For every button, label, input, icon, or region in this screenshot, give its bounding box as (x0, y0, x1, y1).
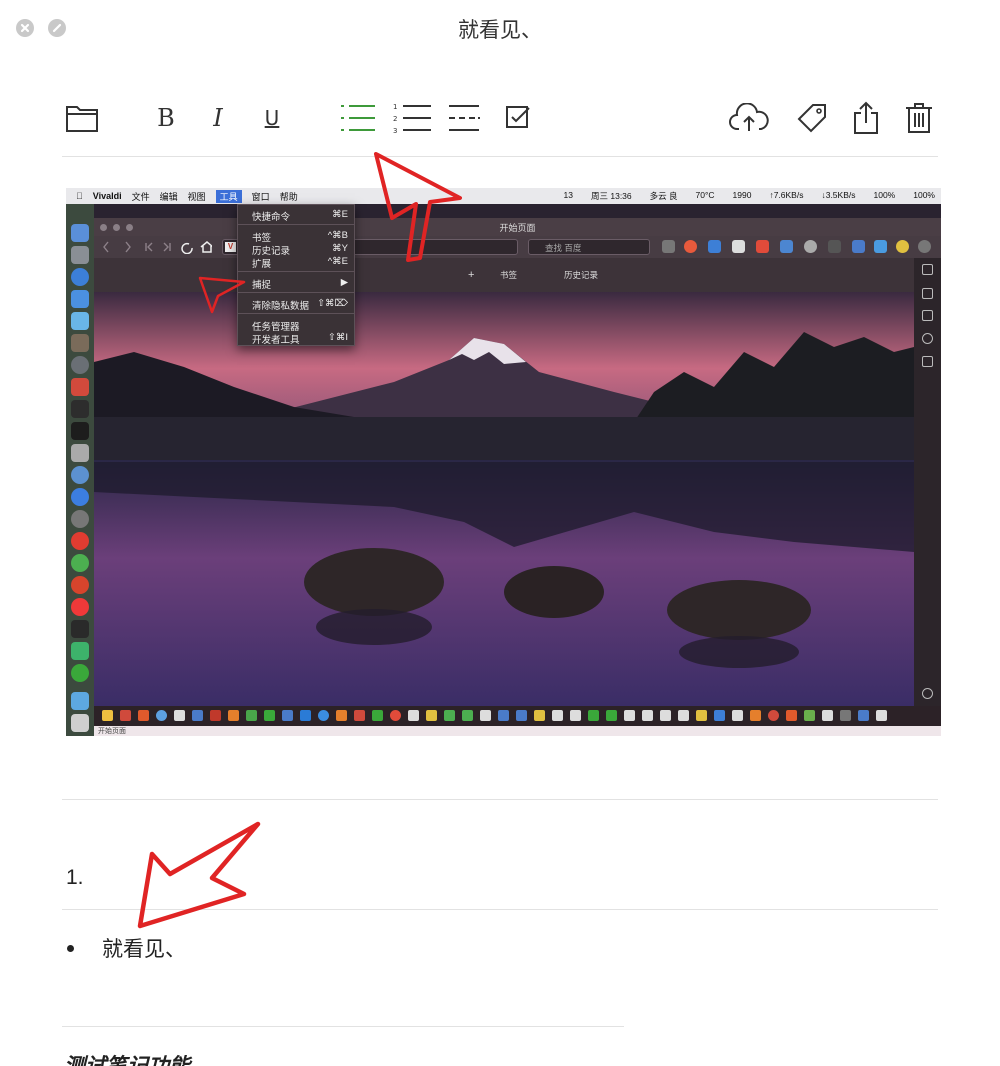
numbered-list-item[interactable]: 1. (66, 866, 84, 890)
checkbox-button[interactable] (496, 96, 540, 140)
section-divider (62, 799, 938, 800)
menu-item-task-manager: 任务管理器 (252, 322, 300, 333)
window-title: 就看见、 (458, 18, 542, 42)
window-titlebar: 就看见、 (0, 0, 1000, 56)
menu-item-clear-private-data: 清除隐私数据 ⇧⌘⌦ (252, 298, 348, 312)
svg-text:3: 3 (393, 127, 397, 134)
share-icon (854, 101, 878, 134)
menubar-weather: 多云 良 (649, 191, 678, 201)
history-label: 历史记录 (564, 270, 599, 280)
menubar-badge-count: 13 (563, 190, 573, 200)
menubar-net-up: ↑7.6KB/s (769, 190, 804, 200)
menubar-time: 周三 13:36 (591, 191, 632, 201)
vivaldi-titlebar: 开始页面 (94, 218, 941, 236)
bullet-list-icon (341, 105, 375, 131)
underline-button[interactable]: U (250, 96, 294, 140)
bookmarks-label: 书签 (500, 270, 518, 280)
menubar-menu-edit: 编辑 (152, 191, 178, 202)
trash-icon (906, 103, 932, 133)
editor-toolbar: B I U 1 2 3 (0, 96, 1000, 146)
menu-item-developer-tools: 开发者工具 ⇧⌘I (252, 332, 348, 346)
bullet-list-button[interactable] (336, 96, 380, 140)
menubar-app-name: Vivaldi (86, 191, 122, 201)
menu-item-history: 历史记录 ⌘Y (252, 243, 348, 257)
vivaldi-sidebar (914, 258, 941, 736)
checkbox-icon (506, 106, 530, 128)
svg-text:2: 2 (393, 115, 397, 123)
cloud-upload-button[interactable] (727, 96, 771, 140)
menubar-net-down: ↓3.5KB/s (821, 190, 856, 200)
italic-button[interactable]: I (196, 96, 240, 140)
svg-text:1: 1 (393, 103, 397, 111)
bottom-tab-label: 开始页面 (98, 728, 126, 735)
tag-button[interactable] (790, 96, 834, 140)
tools-dropdown-menu: 快捷命令 ⌘E 书签 ^⌘B 历史记录 ⌘Y 扩展 ^⌘E 捕捉 ▶ 清除隐私数据 ⇧⌘⌦ … (237, 204, 355, 346)
apple-icon:  (76, 191, 83, 201)
bold-button[interactable]: B (144, 96, 188, 140)
menu-item-bookmarks: 书签 ^⌘B (252, 230, 348, 244)
cloud-upload-icon (729, 103, 769, 131)
menubar-menu-window: 窗口 (244, 191, 270, 202)
menu-item-capture: 捕捉 ▶ (252, 277, 348, 291)
vivaldi-tab-strip: 开始页面 (94, 726, 941, 736)
vivaldi-speed-dial-bar: + 书签 历史记录 (94, 258, 914, 292)
folder-button[interactable] (60, 96, 104, 140)
menu-item-quick-commands: 快捷命令 ⌘E (252, 209, 348, 223)
bullet-marker (67, 945, 74, 952)
tag-icon (797, 104, 826, 133)
annotation-arrow-icon (137, 821, 261, 929)
embedded-screenshot[interactable]:  Vivaldi 文件 编辑 视图 工具 窗口 帮助 13 周三 13:36 … (66, 188, 941, 736)
menubar-battery-1: 100% (873, 190, 896, 200)
menubar-menu-tools: 工具 (215, 189, 242, 203)
menubar-battery-2: 100% (913, 190, 935, 200)
mac-menubar:  Vivaldi 文件 编辑 视图 工具 窗口 帮助 13 周三 13:36 … (66, 188, 941, 204)
menu-item-extensions: 扩展 ^⌘E (252, 256, 348, 270)
toolbar-divider (62, 156, 938, 157)
menubar-menu-help: 帮助 (272, 191, 298, 202)
numbered-list-icon: 1 2 3 (393, 103, 431, 134)
section-divider (62, 1026, 624, 1027)
folder-icon (66, 106, 98, 132)
menubar-menu-view: 视图 (180, 191, 206, 202)
landscape-wallpaper (94, 292, 914, 706)
menubar-menu-file: 文件 (124, 191, 150, 202)
share-button[interactable] (844, 96, 888, 140)
divider-icon (449, 105, 480, 131)
vivaldi-tab-title: 开始页面 (499, 223, 536, 233)
mac-dock (66, 204, 94, 736)
section-divider (62, 909, 938, 910)
bullet-list-item[interactable]: 就看见、 (102, 933, 186, 963)
vivaldi-search-field: 查找 百度 (528, 239, 650, 255)
vivaldi-window: 开始页面 V 查找 百度 + 书签 历史记录 开始页面 (94, 218, 941, 736)
menubar-temp: 70°C (695, 190, 715, 200)
menubar-rpm: 1990 (732, 190, 752, 200)
numbered-list-button[interactable]: 1 2 3 (390, 96, 434, 140)
vivaldi-navbar: V 查找 百度 (94, 236, 941, 258)
vivaldi-statusbar (94, 706, 941, 726)
nav-buttons-icon (103, 241, 212, 254)
divider-button[interactable] (442, 96, 486, 140)
trash-button[interactable] (897, 96, 941, 140)
note-heading[interactable]: 测试笔记功能 (64, 1050, 190, 1066)
